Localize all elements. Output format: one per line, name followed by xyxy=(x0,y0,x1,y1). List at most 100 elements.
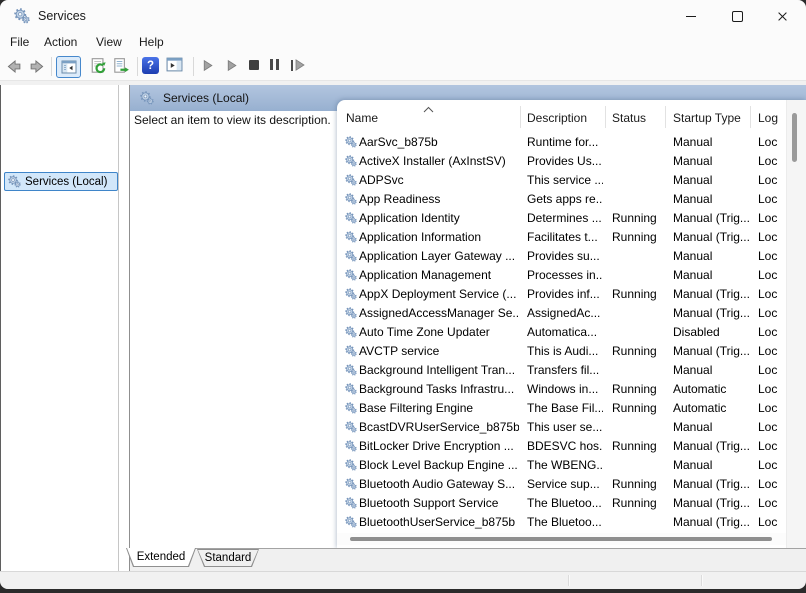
service-row[interactable]: Application Management Processes in... M… xyxy=(337,266,786,285)
service-row[interactable]: AVCTP service This is Audi... Running Ma… xyxy=(337,342,786,361)
service-row[interactable]: ActiveX Installer (AxInstSV) Provides Us… xyxy=(337,152,786,171)
service-row[interactable]: Application Identity Determines ... Runn… xyxy=(337,209,786,228)
column-header-description[interactable]: Description xyxy=(527,111,587,125)
service-row[interactable]: BcastDVRUserService_b875b This user se..… xyxy=(337,418,786,437)
service-gears-icon xyxy=(345,269,357,281)
title-bar: Services xyxy=(0,0,806,32)
column-header-logon[interactable]: Log xyxy=(758,111,778,125)
service-cell-name: Auto Time Zone Updater xyxy=(359,325,519,339)
service-row[interactable]: Background Tasks Infrastru... Windows in… xyxy=(337,380,786,399)
refresh-icon xyxy=(90,57,108,75)
menu-view[interactable]: View xyxy=(96,32,122,53)
restart-service-button[interactable] xyxy=(291,59,305,71)
restart-icon xyxy=(291,59,305,71)
service-cell-startup: Manual (Trig... xyxy=(673,477,749,491)
service-cell-status: Running xyxy=(612,382,662,396)
service-row[interactable]: BitLocker Drive Encryption ... BDESVC ho… xyxy=(337,437,786,456)
service-cell-status: Running xyxy=(612,287,662,301)
service-cell-name: ActiveX Installer (AxInstSV) xyxy=(359,154,519,168)
export-list-button[interactable] xyxy=(112,57,130,75)
service-gears-icon xyxy=(345,250,357,262)
resume-service-button[interactable] xyxy=(225,59,238,72)
service-cell-startup: Manual xyxy=(673,420,749,434)
back-button[interactable] xyxy=(5,58,22,75)
service-row[interactable]: AppX Deployment Service (... Provides in… xyxy=(337,285,786,304)
service-cell-name: AppX Deployment Service (... xyxy=(359,287,519,301)
column-header-startup[interactable]: Startup Type xyxy=(673,111,741,125)
play-icon xyxy=(225,59,238,72)
service-row[interactable]: Bluetooth Audio Gateway S... Service sup… xyxy=(337,475,786,494)
vertical-scrollbar[interactable] xyxy=(786,100,806,549)
service-cell-description: Processes in... xyxy=(527,268,603,282)
service-cell-name: App Readiness xyxy=(359,192,519,206)
service-cell-description: Service sup... xyxy=(527,477,603,491)
service-cell-startup: Manual (Trig... xyxy=(673,306,749,320)
service-row[interactable]: App Readiness Gets apps re... Manual Loc xyxy=(337,190,786,209)
horizontal-scrollbar-thumb[interactable] xyxy=(350,537,772,541)
service-cell-name: Application Layer Gateway ... xyxy=(359,249,519,263)
forward-arrow-icon xyxy=(29,58,46,75)
tab-standard[interactable]: Standard xyxy=(197,549,259,567)
service-cell-logon: Loc xyxy=(758,401,785,415)
show-console-tree-button[interactable] xyxy=(56,56,81,78)
service-cell-status: Running xyxy=(612,211,662,225)
pause-service-button[interactable] xyxy=(270,59,279,70)
service-gears-icon xyxy=(345,440,357,452)
service-row[interactable]: Application Information Facilitates t...… xyxy=(337,228,786,247)
services-gears-icon xyxy=(140,91,154,105)
service-row[interactable]: BluetoothUserService_b875b The Bluetoo..… xyxy=(337,513,786,532)
service-row[interactable]: Bluetooth Support Service The Bluetoo...… xyxy=(337,494,786,513)
service-gears-icon xyxy=(345,193,357,205)
maximize-button[interactable] xyxy=(714,1,760,31)
service-cell-logon: Loc xyxy=(758,420,785,434)
service-row[interactable]: AarSvc_b875b Runtime for... Manual Loc xyxy=(337,133,786,152)
menu-help[interactable]: Help xyxy=(139,32,164,53)
service-cell-startup: Manual xyxy=(673,249,749,263)
service-cell-logon: Loc xyxy=(758,306,785,320)
service-cell-description: The Bluetoo... xyxy=(527,496,603,510)
service-row[interactable]: Background Intelligent Tran... Transfers… xyxy=(337,361,786,380)
service-cell-status: Running xyxy=(612,477,662,491)
service-cell-logon: Loc xyxy=(758,325,785,339)
close-button[interactable] xyxy=(759,1,805,31)
service-cell-logon: Loc xyxy=(758,496,785,510)
stop-service-button[interactable] xyxy=(249,60,259,70)
service-cell-description: Provides inf... xyxy=(527,287,603,301)
service-cell-startup: Manual xyxy=(673,154,749,168)
service-gears-icon xyxy=(345,326,357,338)
column-header-name[interactable]: Name xyxy=(346,111,378,125)
services-gears-icon xyxy=(14,8,30,24)
minimize-icon xyxy=(686,16,696,17)
status-bar xyxy=(0,571,806,589)
service-cell-startup: Manual (Trig... xyxy=(673,344,749,358)
show-action-pane-button[interactable] xyxy=(166,57,183,72)
vertical-scrollbar-thumb[interactable] xyxy=(792,113,797,162)
refresh-button[interactable] xyxy=(90,57,108,75)
start-service-button[interactable] xyxy=(201,59,214,72)
service-row[interactable]: ADPSvc This service ... Manual Loc xyxy=(337,171,786,190)
console-tree-icon xyxy=(61,60,77,74)
service-gears-icon xyxy=(345,516,357,528)
console-tree-pane: Services (Local) xyxy=(1,85,129,571)
minimize-button[interactable] xyxy=(668,1,714,31)
service-cell-startup: Manual (Trig... xyxy=(673,230,749,244)
service-row[interactable]: Block Level Backup Engine ... The WBENG.… xyxy=(337,456,786,475)
forward-button[interactable] xyxy=(29,58,46,75)
menu-file[interactable]: File xyxy=(10,32,29,53)
horizontal-scrollbar[interactable] xyxy=(337,533,786,545)
tree-item-services-local[interactable]: Services (Local) xyxy=(4,172,118,191)
service-cell-status: Running xyxy=(612,496,662,510)
service-row[interactable]: AssignedAccessManager Se... AssignedAc..… xyxy=(337,304,786,323)
service-cell-status: Running xyxy=(612,439,662,453)
column-header-status[interactable]: Status xyxy=(612,111,646,125)
help-button[interactable]: ? xyxy=(142,57,159,74)
service-row[interactable]: Auto Time Zone Updater Automatica... Dis… xyxy=(337,323,786,342)
service-row[interactable]: Base Filtering Engine The Base Fil... Ru… xyxy=(337,399,786,418)
service-cell-description: This service ... xyxy=(527,173,603,187)
service-cell-name: Block Level Backup Engine ... xyxy=(359,458,519,472)
service-cell-name: Application Information xyxy=(359,230,519,244)
service-row[interactable]: Application Layer Gateway ... Provides s… xyxy=(337,247,786,266)
menu-action[interactable]: Action xyxy=(44,32,77,53)
sort-ascending-icon xyxy=(423,106,434,113)
tab-extended[interactable]: Extended xyxy=(126,548,196,567)
